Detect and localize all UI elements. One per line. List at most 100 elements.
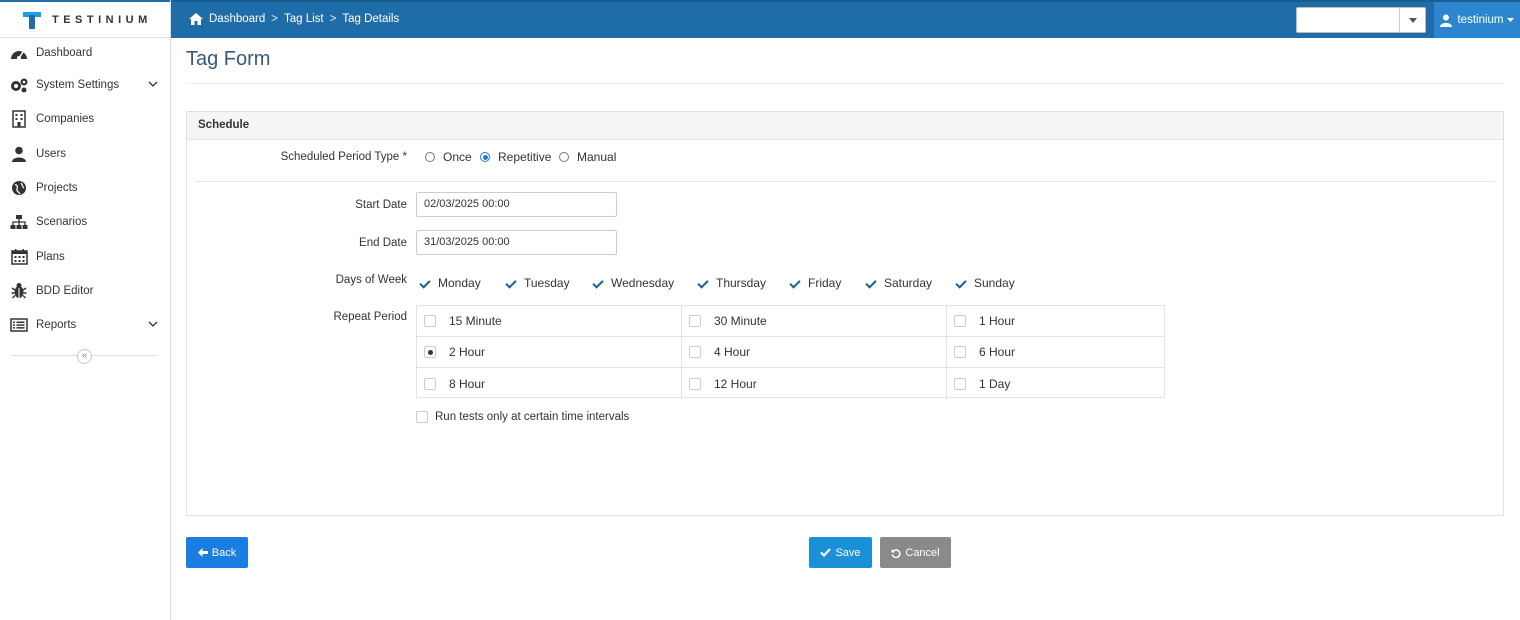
sidebar-item-reports[interactable]: Reports — [0, 308, 170, 342]
radio-manual[interactable]: Manual — [559, 150, 616, 164]
caret-down-icon[interactable] — [1399, 8, 1425, 32]
sidebar-item-projects[interactable]: Projects — [0, 171, 170, 205]
day-thursday[interactable]: Thursday — [696, 276, 766, 290]
project-select[interactable] — [1296, 7, 1426, 33]
checkbox[interactable] — [424, 377, 436, 390]
checkbox[interactable] — [689, 377, 701, 390]
sidebar-item-label: Reports — [36, 319, 77, 332]
radio-repetitive[interactable]: Repetitive — [480, 150, 551, 164]
period-type-label: Scheduled Period Type * — [280, 151, 407, 163]
start-date-field[interactable]: 02/03/2025 00:00 — [416, 192, 617, 217]
checkbox[interactable] — [416, 411, 428, 423]
sidebar-item-companies[interactable]: Companies — [0, 102, 170, 136]
day-friday[interactable]: Friday — [788, 276, 841, 290]
checkbox[interactable] — [689, 315, 701, 327]
run-only-label: Run tests only at certain time intervals — [435, 411, 630, 423]
repeat-option[interactable]: 1 Day — [947, 368, 1164, 399]
day-tuesday[interactable]: Tuesday — [504, 276, 570, 290]
day-label: Wednesday — [611, 276, 675, 290]
checkbox[interactable] — [696, 277, 708, 289]
checkbox[interactable] — [788, 277, 800, 289]
sidebar-item-label: Projects — [36, 182, 78, 195]
checkbox[interactable] — [424, 346, 436, 358]
radio-label: Manual — [577, 150, 617, 164]
checkbox[interactable] — [689, 346, 701, 358]
back-button[interactable]: Back — [186, 537, 248, 568]
checkbox[interactable] — [954, 277, 966, 289]
checkbox[interactable] — [591, 277, 603, 289]
checkbox[interactable] — [424, 315, 436, 327]
repeat-option[interactable]: 15 Minute — [417, 306, 682, 337]
chevron-down-icon[interactable] — [148, 319, 158, 331]
day-wednesday[interactable]: Wednesday — [591, 276, 674, 290]
radio-once[interactable]: Once — [425, 150, 472, 164]
sidebar-item-dashboard[interactable]: Dashboard — [0, 38, 170, 68]
repeat-option-label: 12 Hour — [714, 376, 757, 391]
start-date-label: Start Date — [355, 199, 407, 211]
checkbox[interactable] — [954, 315, 966, 327]
sidebar-item-scenarios[interactable]: Scenarios — [0, 205, 170, 239]
caret-down-icon — [1506, 18, 1514, 22]
sidebar-item-label: System Settings — [36, 79, 120, 92]
sidebar-item-label: BDD Editor — [36, 284, 94, 297]
repeat-option-label: 4 Hour — [714, 345, 751, 359]
repeat-option-label: 6 Hour — [979, 345, 1016, 359]
repeat-option[interactable]: 6 Hour — [947, 337, 1164, 368]
day-monday[interactable]: Monday — [418, 276, 481, 290]
repeat-option[interactable]: 12 Hour — [682, 368, 947, 399]
radio-label: Once — [443, 150, 472, 164]
radio-label: Repetitive — [498, 150, 552, 164]
repeat-option[interactable]: 2 Hour — [417, 337, 682, 368]
user-icon — [1440, 14, 1453, 27]
brand-logo[interactable]: TESTINIUM — [0, 0, 170, 38]
breadcrumb-tag-list[interactable]: Tag List — [284, 13, 324, 25]
testinium-logo-icon — [22, 10, 42, 30]
radio-circle[interactable] — [425, 152, 435, 162]
top-navbar: Dashboard > Tag List > Tag Details testi… — [171, 0, 1520, 38]
sidebar: TESTINIUM Dashboard System Settings Comp… — [0, 0, 171, 620]
day-saturday[interactable]: Saturday — [864, 276, 932, 290]
day-label: Saturday — [884, 276, 933, 290]
repeat-option[interactable]: 4 Hour — [682, 337, 947, 368]
collapse-sidebar-button[interactable]: « — [77, 349, 92, 364]
home-icon[interactable] — [189, 13, 203, 25]
checkbox[interactable] — [864, 277, 876, 289]
day-label: Thursday — [716, 276, 767, 290]
end-date-field[interactable]: 31/03/2025 00:00 — [416, 230, 617, 255]
list-icon — [10, 316, 28, 334]
radio-circle[interactable] — [480, 152, 490, 162]
sidebar-item-bdd-editor[interactable]: BDD Editor — [0, 274, 170, 308]
day-label: Monday — [438, 276, 481, 290]
repeat-option[interactable]: 8 Hour — [417, 368, 682, 399]
checkbox[interactable] — [954, 346, 966, 358]
checkbox[interactable] — [418, 277, 430, 289]
sidebar-item-label: Plans — [36, 250, 65, 263]
run-only-intervals-option[interactable]: Run tests only at certain time intervals — [416, 411, 629, 423]
schedule-panel: Schedule Scheduled Period Type * Once Re… — [186, 111, 1504, 516]
sidebar-item-system-settings[interactable]: System Settings — [0, 68, 170, 102]
chevron-down-icon[interactable] — [148, 79, 158, 91]
save-button[interactable]: Save — [809, 537, 872, 568]
checkbox[interactable] — [504, 277, 516, 289]
repeat-option-label: 1 Hour — [979, 314, 1016, 328]
day-sunday[interactable]: Sunday — [954, 276, 1015, 290]
gears-icon — [10, 76, 28, 94]
user-menu[interactable]: testinium — [1434, 2, 1520, 38]
building-icon — [10, 110, 28, 129]
check-icon — [820, 548, 832, 557]
checkbox[interactable] — [954, 377, 966, 390]
calendar-icon — [10, 248, 28, 266]
cancel-label: Cancel — [905, 546, 940, 559]
cancel-button[interactable]: Cancel — [880, 537, 951, 568]
form-divider — [195, 181, 1495, 182]
sitemap-icon — [10, 213, 28, 231]
arrow-left-icon — [197, 548, 208, 557]
breadcrumb-separator: > — [329, 13, 337, 25]
sidebar-item-users[interactable]: Users — [0, 137, 170, 171]
radio-circle[interactable] — [559, 152, 569, 162]
repeat-period-grid: 15 Minute 30 Minute 1 Hour 2 Hour 4 Hour… — [416, 305, 1165, 399]
sidebar-item-plans[interactable]: Plans — [0, 239, 170, 273]
breadcrumb-dashboard[interactable]: Dashboard — [209, 13, 265, 25]
repeat-option[interactable]: 1 Hour — [947, 306, 1164, 337]
repeat-option[interactable]: 30 Minute — [682, 306, 947, 337]
